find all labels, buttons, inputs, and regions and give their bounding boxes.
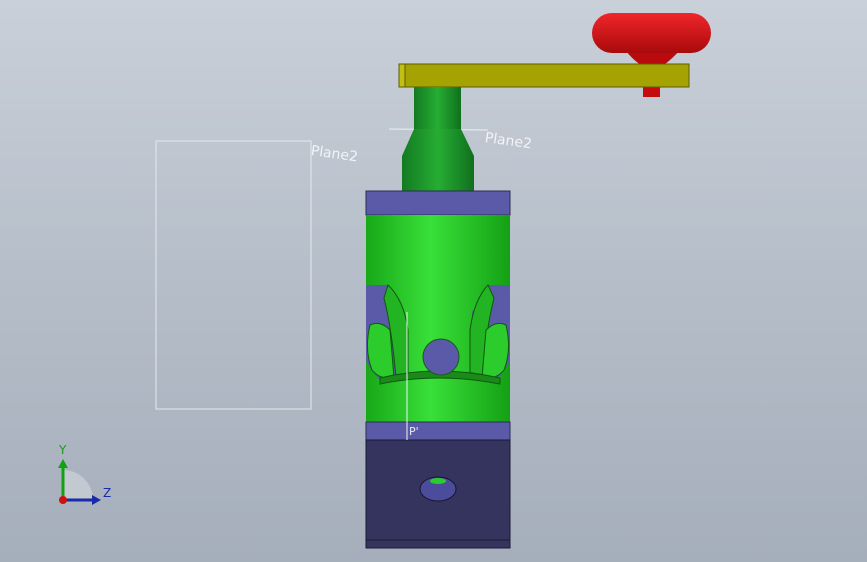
axis-triad-icon	[58, 459, 101, 505]
reference-plane-outline[interactable]	[155, 140, 312, 410]
triad-y-label: Y	[59, 443, 67, 457]
shaft[interactable]	[402, 87, 474, 191]
point-label: P'	[409, 425, 419, 438]
viewport-canvas[interactable]	[0, 0, 867, 562]
triad-z-label: Z	[103, 486, 112, 500]
lever-arm[interactable]	[398, 63, 690, 88]
valve-body[interactable]	[365, 190, 511, 549]
